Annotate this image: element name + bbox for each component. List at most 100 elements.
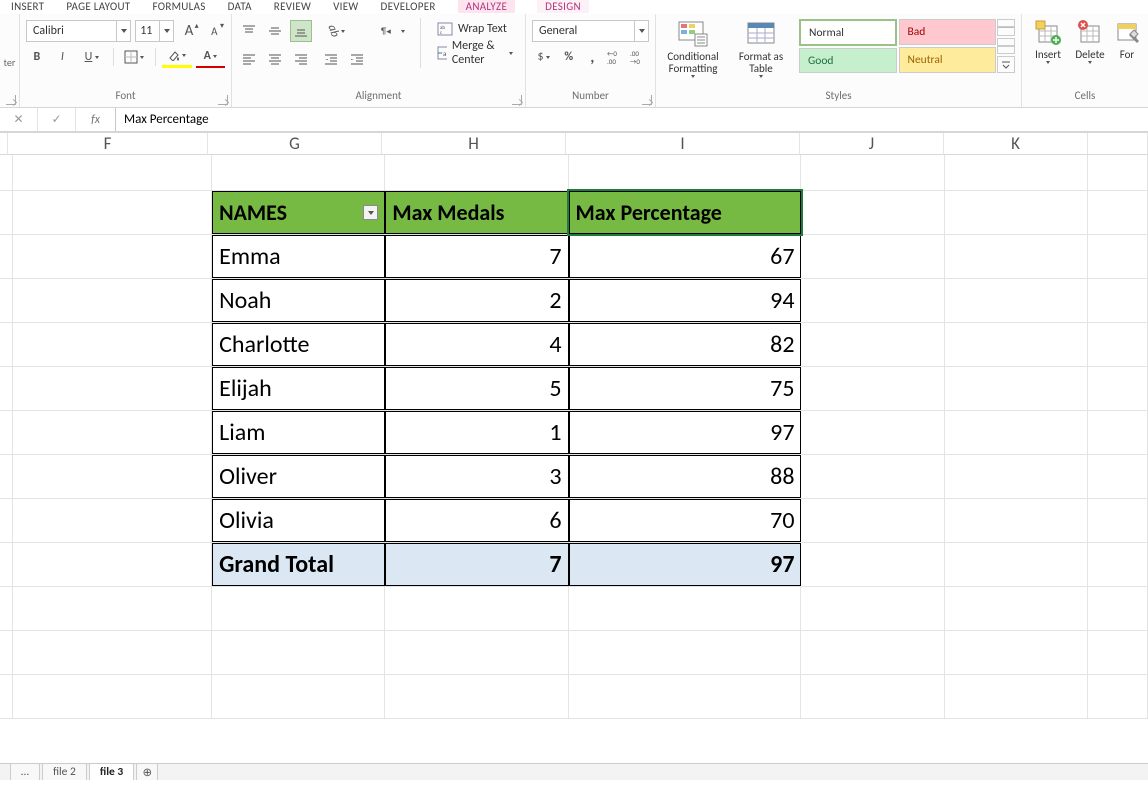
cell[interactable] — [569, 587, 802, 630]
number-dialog-launcher[interactable] — [642, 95, 652, 105]
cell[interactable] — [945, 587, 1088, 630]
increase-decimal-button[interactable]: ←0.00 — [606, 46, 625, 68]
decrease-decimal-button[interactable]: .00→0 — [630, 46, 649, 68]
cell[interactable] — [801, 155, 944, 190]
merge-center-button[interactable]: a Merge & Center — [431, 42, 519, 64]
col-header-i[interactable]: I — [566, 133, 800, 154]
cell[interactable] — [1088, 155, 1148, 190]
cell[interactable] — [1088, 543, 1148, 586]
cell[interactable] — [212, 155, 385, 190]
pivot-name-cell[interactable]: Charlotte — [212, 323, 385, 366]
align-top-button[interactable] — [238, 20, 260, 42]
style-gallery-expand[interactable] — [997, 56, 1015, 73]
cell[interactable] — [0, 675, 13, 718]
formula-input[interactable] — [116, 108, 1148, 131]
pivot-filter-dropdown[interactable] — [363, 205, 378, 220]
pivot-name-cell[interactable]: Oliver — [212, 455, 385, 498]
sheet-tab-nav[interactable]: … — [10, 763, 40, 780]
font-name-combo[interactable]: Calibri — [26, 20, 131, 42]
col-header-k[interactable]: K — [944, 133, 1088, 154]
cell[interactable] — [801, 235, 944, 278]
cell[interactable] — [945, 155, 1088, 190]
pivot-medals-cell[interactable]: 1 — [385, 411, 568, 454]
new-sheet-button[interactable]: ⊕ — [136, 763, 158, 780]
alignment-dialog-launcher[interactable] — [512, 95, 522, 105]
col-header-j[interactable]: J — [800, 133, 944, 154]
conditional-formatting-button[interactable]: Conditional Formatting — [662, 18, 724, 78]
cell[interactable] — [945, 279, 1088, 322]
pivot-total-medals[interactable]: 7 — [385, 543, 568, 586]
cell[interactable] — [13, 367, 212, 410]
cell[interactable] — [1088, 191, 1148, 234]
align-center-button[interactable] — [264, 48, 286, 70]
pivot-percentage-cell[interactable]: 88 — [569, 455, 802, 498]
pivot-percentage-cell[interactable]: 67 — [569, 235, 802, 278]
cell[interactable] — [0, 235, 13, 278]
pivot-percentage-cell[interactable]: 75 — [569, 367, 802, 410]
cell[interactable] — [13, 323, 212, 366]
pivot-name-cell[interactable]: Elijah — [212, 367, 385, 410]
orientation-button[interactable]: ab — [320, 20, 352, 42]
cell[interactable] — [0, 323, 13, 366]
delete-cells-button[interactable]: Delete — [1070, 18, 1110, 78]
underline-button[interactable]: U — [77, 46, 106, 68]
cell[interactable] — [945, 323, 1088, 366]
cell[interactable] — [945, 675, 1088, 718]
pivot-total-label[interactable]: Grand Total — [212, 543, 385, 586]
cell[interactable] — [385, 631, 568, 674]
pivot-total-percentage[interactable]: 97 — [569, 543, 802, 586]
tab-insert[interactable]: INSERT — [11, 0, 44, 13]
cell[interactable] — [0, 411, 13, 454]
tab-analyze[interactable]: ANALYZE — [458, 0, 516, 13]
font-size-combo[interactable]: 11 — [135, 20, 174, 42]
font-dialog-launcher[interactable] — [218, 95, 228, 105]
cell[interactable] — [945, 191, 1088, 234]
pivot-percentage-cell[interactable]: 94 — [569, 279, 802, 322]
comma-style-button[interactable]: , — [583, 46, 602, 68]
cell[interactable] — [1088, 587, 1148, 630]
align-bottom-button[interactable] — [290, 20, 312, 42]
increase-indent-button[interactable] — [346, 48, 368, 70]
cell[interactable] — [569, 675, 802, 718]
cell[interactable] — [0, 191, 13, 234]
pivot-medals-cell[interactable]: 2 — [385, 279, 568, 322]
cell[interactable] — [0, 455, 13, 498]
pivot-header-medals[interactable]: Max Medals — [385, 191, 568, 234]
pivot-name-cell[interactable]: Olivia — [212, 499, 385, 542]
pivot-header-percentage[interactable]: Max Percentage — [569, 191, 802, 234]
cell[interactable] — [13, 675, 212, 718]
insert-cells-button[interactable]: Insert — [1028, 18, 1068, 78]
tab-view[interactable]: VIEW — [333, 0, 358, 13]
cell[interactable] — [385, 675, 568, 718]
cell[interactable] — [801, 587, 944, 630]
tab-review[interactable]: REVIEW — [274, 0, 311, 13]
cell[interactable] — [1088, 323, 1148, 366]
cell[interactable] — [13, 543, 212, 586]
cell[interactable] — [0, 587, 13, 630]
cell[interactable] — [13, 235, 212, 278]
col-header-f[interactable]: F — [8, 133, 208, 154]
pivot-medals-cell[interactable]: 6 — [385, 499, 568, 542]
clipboard-dialog-launcher[interactable] — [6, 95, 16, 105]
style-normal[interactable]: Normal — [799, 19, 897, 46]
tab-page-layout[interactable]: PAGE LAYOUT — [66, 0, 130, 13]
col-header-h[interactable]: H — [382, 133, 566, 154]
cell[interactable] — [13, 455, 212, 498]
style-bad[interactable]: Bad — [899, 19, 997, 45]
worksheet-grid[interactable]: F G H I J K NAMES Max Medals Max Percent… — [0, 132, 1148, 780]
cell[interactable] — [13, 191, 212, 234]
cell[interactable] — [801, 675, 944, 718]
cell[interactable] — [801, 411, 944, 454]
style-good[interactable]: Good — [799, 48, 897, 73]
cell[interactable] — [1088, 367, 1148, 410]
tab-design[interactable]: DESIGN — [537, 0, 589, 13]
italic-button[interactable]: I — [52, 46, 74, 68]
font-color-button[interactable]: A — [196, 46, 225, 68]
font-size-dropdown-icon[interactable] — [159, 21, 173, 41]
percent-style-button[interactable]: % — [559, 46, 578, 68]
cell[interactable] — [801, 279, 944, 322]
cell[interactable] — [1088, 455, 1148, 498]
cell[interactable] — [13, 155, 212, 190]
pivot-header-names[interactable]: NAMES — [212, 191, 385, 234]
cell[interactable] — [945, 543, 1088, 586]
